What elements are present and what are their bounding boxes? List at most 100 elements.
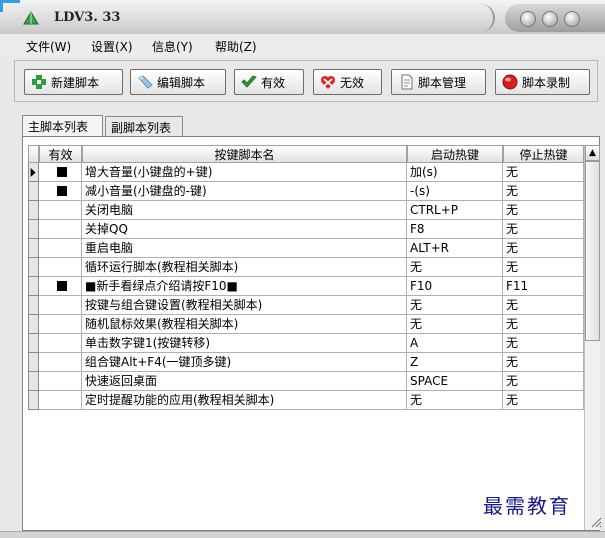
row-indicator[interactable]: [28, 334, 39, 353]
close-button[interactable]: [564, 11, 580, 27]
script-name-cell[interactable]: ■新手看绿点介绍请按F10■: [82, 277, 407, 296]
document-icon: [401, 74, 413, 90]
menu-file[interactable]: 文件(W): [26, 38, 71, 55]
start-hotkey-cell[interactable]: F8: [407, 220, 503, 239]
valid-cell[interactable]: [39, 239, 82, 258]
script-name-cell[interactable]: 单击数字键1(按键转移): [82, 334, 407, 353]
row-indicator[interactable]: [28, 391, 39, 410]
plus-icon: [32, 75, 46, 89]
window-title: LDV3. 33: [54, 10, 121, 25]
script-name-cell[interactable]: 重启电脑: [82, 239, 407, 258]
valid-cell[interactable]: [39, 372, 82, 391]
header-start-hotkey[interactable]: 启动热键: [407, 145, 503, 163]
stop-hotkey-cell[interactable]: 无: [503, 315, 584, 334]
stop-hotkey-cell[interactable]: 无: [503, 391, 584, 410]
valid-cell[interactable]: [39, 334, 82, 353]
header-valid[interactable]: 有效: [39, 145, 82, 163]
stop-hotkey-cell[interactable]: 无: [503, 182, 584, 201]
script-name-cell[interactable]: 减小音量(小键盘的-键): [82, 182, 407, 201]
row-indicator[interactable]: [28, 201, 39, 220]
start-hotkey-cell[interactable]: 无: [407, 258, 503, 277]
row-indicator[interactable]: [28, 372, 39, 391]
script-manager-button[interactable]: 脚本管理: [391, 69, 486, 95]
start-hotkey-cell[interactable]: 加(s): [407, 163, 503, 182]
stop-hotkey-cell[interactable]: 无: [503, 296, 584, 315]
start-hotkey-cell[interactable]: 无: [407, 391, 503, 410]
start-hotkey-cell[interactable]: CTRL+P: [407, 201, 503, 220]
script-name-cell[interactable]: 随机鼠标效果(教程相关脚本): [82, 315, 407, 334]
edit-script-label: 编辑脚本: [157, 75, 206, 90]
new-script-button[interactable]: 新建脚本: [24, 69, 123, 95]
row-indicator[interactable]: [28, 353, 39, 372]
script-name-cell[interactable]: 关掉QQ: [82, 220, 407, 239]
row-indicator[interactable]: [28, 163, 39, 182]
stop-hotkey-cell[interactable]: 无: [503, 201, 584, 220]
stop-hotkey-cell[interactable]: 无: [503, 163, 584, 182]
row-indicator[interactable]: [28, 277, 39, 296]
stop-hotkey-cell[interactable]: 无: [503, 353, 584, 372]
title-bar: LDV3. 33: [0, 0, 605, 34]
script-name-cell[interactable]: 快速返回桌面: [82, 372, 407, 391]
scroll-up-arrow-icon[interactable]: ▲: [585, 145, 600, 161]
scroll-thumb[interactable]: [585, 161, 600, 341]
row-indicator[interactable]: [28, 296, 39, 315]
stop-hotkey-cell[interactable]: F11: [503, 277, 584, 296]
row-indicator[interactable]: [28, 315, 39, 334]
header-indicator-column: [28, 145, 39, 163]
row-indicator[interactable]: [28, 220, 39, 239]
start-hotkey-cell[interactable]: 无: [407, 296, 503, 315]
maximize-button[interactable]: [542, 11, 558, 27]
stop-hotkey-cell[interactable]: 无: [503, 220, 584, 239]
vertical-scrollbar[interactable]: ▲: [584, 145, 600, 530]
header-stop-hotkey[interactable]: 停止热键: [503, 145, 584, 163]
valid-cell[interactable]: [39, 220, 82, 239]
valid-mark-icon: [56, 167, 67, 177]
stop-hotkey-cell[interactable]: 无: [503, 334, 584, 353]
valid-cell[interactable]: [39, 391, 82, 410]
script-name-cell[interactable]: 循环运行脚本(教程相关脚本): [82, 258, 407, 277]
valid-cell[interactable]: [39, 163, 82, 182]
start-hotkey-cell[interactable]: -(s): [407, 182, 503, 201]
tab-main-scripts[interactable]: 主脚本列表: [22, 115, 103, 136]
row-indicator[interactable]: [28, 182, 39, 201]
script-manager-label: 脚本管理: [418, 75, 467, 90]
enable-button[interactable]: 有效: [234, 69, 304, 95]
valid-cell[interactable]: [39, 296, 82, 315]
script-name-cell[interactable]: 关闭电脑: [82, 201, 407, 220]
row-indicator[interactable]: [28, 258, 39, 277]
record-script-label: 脚本录制: [522, 75, 571, 90]
valid-cell[interactable]: [39, 258, 82, 277]
valid-cell[interactable]: [39, 315, 82, 334]
script-name-cell[interactable]: 定时提醒功能的应用(教程相关脚本): [82, 391, 407, 410]
valid-cell[interactable]: [39, 182, 82, 201]
toolbar: 新建脚本 编辑脚本 有效 无效 脚本管理 脚本录制: [14, 60, 598, 102]
script-name-cell[interactable]: 按键与组合键设置(教程相关脚本): [82, 296, 407, 315]
menu-bar: 文件(W) 设置(X) 信息(Y) 帮助(Z): [0, 34, 605, 56]
header-script-name[interactable]: 按键脚本名: [82, 145, 407, 163]
disable-button[interactable]: 无效: [313, 69, 382, 95]
start-hotkey-cell[interactable]: F10: [407, 277, 503, 296]
edit-script-button[interactable]: 编辑脚本: [130, 69, 226, 95]
menu-settings[interactable]: 设置(X): [91, 38, 133, 55]
valid-cell[interactable]: [39, 353, 82, 372]
new-script-label: 新建脚本: [51, 75, 100, 90]
row-indicator[interactable]: [28, 239, 39, 258]
menu-info[interactable]: 信息(Y): [152, 38, 193, 55]
script-name-cell[interactable]: 组合键Alt+F4(一键顶多键): [82, 353, 407, 372]
start-hotkey-cell[interactable]: A: [407, 334, 503, 353]
start-hotkey-cell[interactable]: SPACE: [407, 372, 503, 391]
stop-hotkey-cell[interactable]: 无: [503, 372, 584, 391]
start-hotkey-cell[interactable]: ALT+R: [407, 239, 503, 258]
valid-cell[interactable]: [39, 277, 82, 296]
tab-secondary-scripts[interactable]: 副脚本列表: [105, 116, 183, 136]
start-hotkey-cell[interactable]: Z: [407, 353, 503, 372]
record-script-button[interactable]: 脚本录制: [495, 69, 590, 95]
stop-hotkey-cell[interactable]: 无: [503, 239, 584, 258]
minimize-button[interactable]: [520, 11, 536, 27]
start-hotkey-cell[interactable]: 无: [407, 315, 503, 334]
menu-help[interactable]: 帮助(Z): [215, 38, 257, 55]
stop-hotkey-cell[interactable]: 无: [503, 258, 584, 277]
valid-cell[interactable]: [39, 201, 82, 220]
resize-grip-icon[interactable]: [590, 516, 602, 528]
script-name-cell[interactable]: 增大音量(小键盘的+键): [82, 163, 407, 182]
